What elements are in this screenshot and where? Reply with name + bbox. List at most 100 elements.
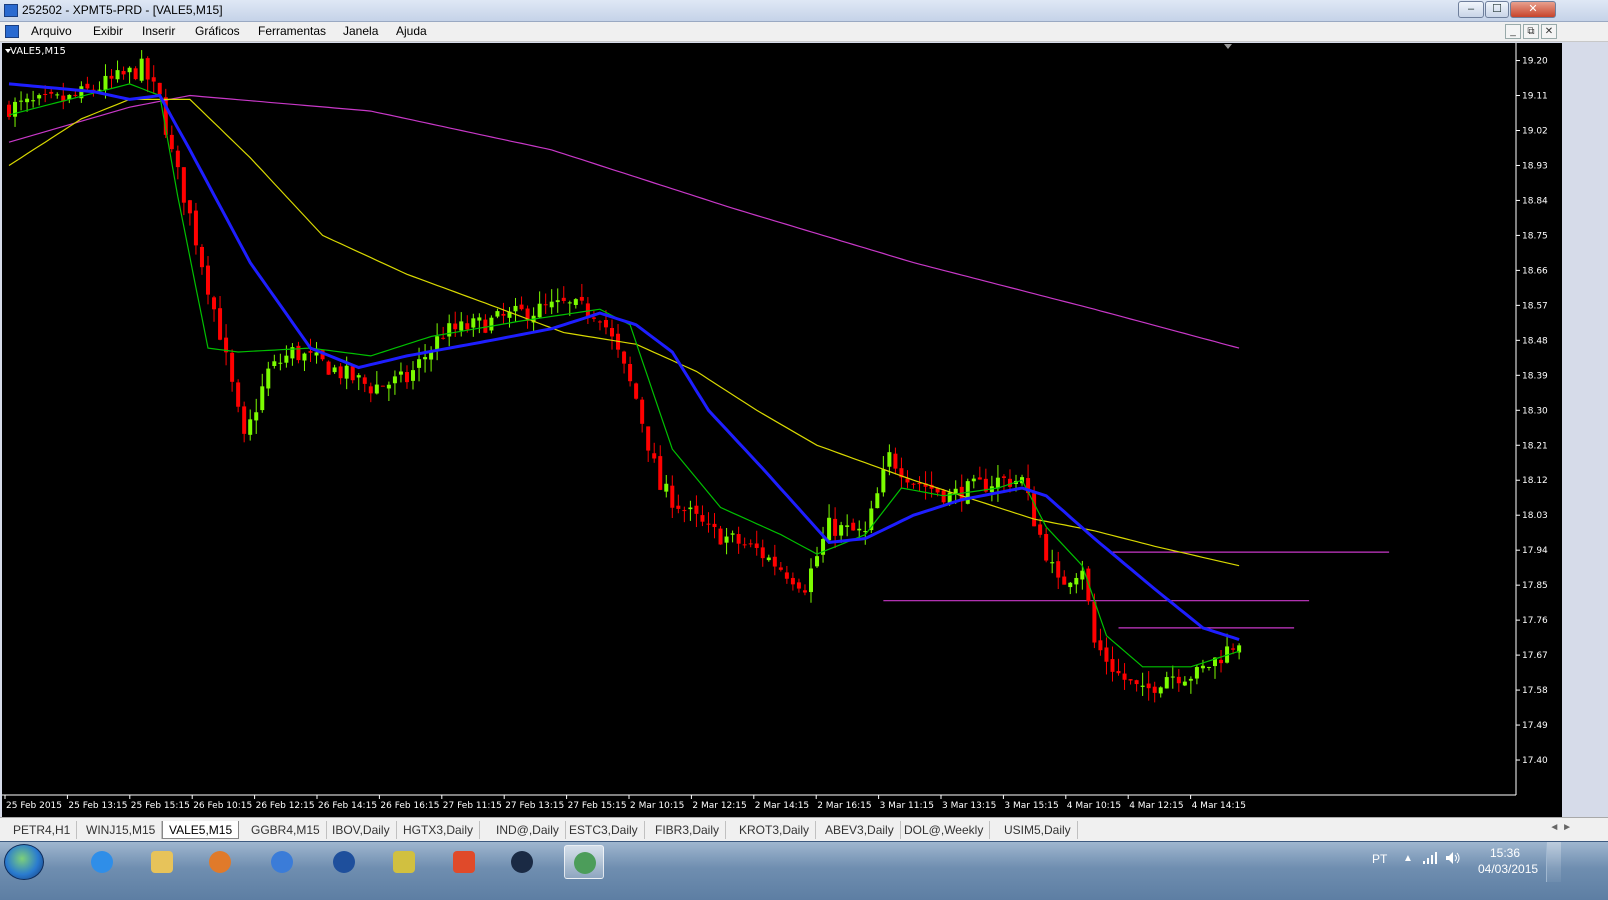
mdi-minimize-button[interactable]: _ [1505,24,1521,39]
file-explorer-icon[interactable] [142,845,182,879]
metatrader-icon[interactable] [564,845,604,879]
chart-tab[interactable]: ESTC3,Daily [563,821,645,839]
candle-body [742,544,747,546]
x-tick-label: 2 Mar 12:15 [692,801,746,811]
chart-tab[interactable]: WINJ15,M15 [80,821,163,839]
menu-inserir[interactable]: Inserir [142,24,175,38]
menu-graficos[interactable]: Gráficos [195,24,240,38]
candle-body [205,265,210,295]
x-tick-label: 4 Mar 12:15 [1129,801,1183,811]
speaker-icon[interactable] [1445,851,1461,865]
candle-body [218,308,223,340]
candle-body [730,533,735,535]
y-tick-label: 17.49 [1522,721,1548,731]
chart-tab[interactable]: VALE5,M15 [162,821,240,839]
show-desktop-button[interactable] [1546,842,1561,882]
candle-body [772,556,777,567]
chrome-icon[interactable] [444,845,484,879]
chart-tab[interactable]: IBOV,Daily [326,821,397,839]
mdi-restore-button[interactable]: ⧉ [1523,24,1539,39]
candle-body [827,517,832,541]
candle-body [242,406,247,434]
language-indicator[interactable]: PT [1372,852,1387,866]
taskbar-glyph [271,851,293,873]
candle-body [622,351,627,364]
chart-window[interactable]: 19.20 19.11 19.02 18.93 18.84 18.75 18.66 18.57… [2,43,1562,817]
candle-body [1050,562,1055,564]
menu-arquivo[interactable]: Arquivo [31,24,72,38]
remote-desktop-icon[interactable] [262,845,302,879]
maximize-button[interactable]: ☐ [1485,1,1509,18]
candle-body [248,419,253,435]
candle-body [1231,648,1236,650]
candle-body [109,75,114,79]
candle-body [501,313,506,316]
chart-tab[interactable]: USIM5,Daily [998,821,1078,839]
chart-tab[interactable]: ABEV3,Daily [819,821,901,839]
chart-tab[interactable]: PETR4,H1 [7,821,78,839]
y-tick-label: 18.21 [1522,441,1548,451]
clock-time[interactable]: 15:36 [1490,846,1520,860]
candle-body [995,477,1000,489]
candle-body [326,361,331,375]
x-tick-label: 26 Feb 10:15 [193,801,252,811]
candle-body [628,364,633,382]
candle-body [881,469,886,493]
hp-icon-icon[interactable] [324,845,364,879]
candle-body [212,297,217,310]
mdi-close-button[interactable]: ✕ [1541,24,1557,39]
chart-tab[interactable]: KROT3,Daily [733,821,817,839]
document-icon[interactable] [5,25,19,38]
close-button[interactable]: ✕ [1510,1,1556,18]
x-tick-label: 3 Mar 11:15 [880,801,934,811]
price-chart[interactable]: 19.20 19.11 19.02 18.93 18.84 18.75 18.66 18.57… [2,43,1562,817]
minimize-button[interactable]: ‒ [1458,1,1484,18]
candle-body [839,525,844,536]
menu-ferramentas[interactable]: Ferramentas [258,24,326,38]
candle-body [796,582,801,589]
x-tick-label: 25 Feb 13:15 [68,801,127,811]
taskbar-glyph [393,851,415,873]
candle-body [139,58,144,81]
x-tick-label: 3 Mar 15:15 [1004,801,1058,811]
candle-body [1068,582,1073,588]
candle-body [652,453,657,459]
candle-body [43,93,48,95]
menu-janela[interactable]: Janela [343,24,378,38]
start-button[interactable] [4,844,44,880]
taskbar-glyph [91,851,113,873]
candle-body [1056,561,1061,578]
show-hidden-icons-icon[interactable]: ▲ [1403,853,1413,864]
xp-investimentos-icon[interactable] [502,845,542,879]
candle-body [845,525,850,527]
media-player-icon[interactable] [200,845,240,879]
x-tick-label: 3 Mar 13:15 [942,801,996,811]
chart-tab[interactable]: IND@,Daily [490,821,566,839]
candle-body [887,452,892,467]
app-icon[interactable] [4,4,18,17]
menu-ajuda[interactable]: Ajuda [396,24,427,38]
candle-body [1164,677,1169,689]
menu-exibir[interactable]: Exibir [93,24,123,38]
chart-tab[interactable]: GGBR4,M15 [245,821,327,839]
winrar-icon[interactable] [384,845,424,879]
candle-body [1122,673,1127,680]
network-signal-icon[interactable] [1422,851,1438,865]
candle-body [808,568,813,593]
candle-body [37,95,42,99]
x-tick-label: 25 Feb 15:15 [131,801,190,811]
candle-body [441,337,446,339]
candle-body [971,478,976,482]
candle-body [676,505,681,509]
y-tick-label: 19.20 [1522,57,1548,67]
candle-body [1001,476,1006,478]
chart-tab[interactable]: HGTX3,Daily [397,821,481,839]
internet-explorer-icon[interactable] [82,845,122,879]
clock-date[interactable]: 04/03/2015 [1478,862,1538,876]
candle-body [1104,647,1109,662]
chart-tab[interactable]: FIBR3,Daily [649,821,727,839]
tab-scroll-arrows-icon[interactable]: ◄ ► [1549,822,1572,833]
chart-tab-bar: PETR4,H1 WINJ15,M15 VALE5,M15 GGBR4,M15 IBOV… [0,817,1608,841]
chart-tab[interactable]: DOL@,Weekly [898,821,991,839]
y-tick-label: 19.11 [1522,92,1548,102]
